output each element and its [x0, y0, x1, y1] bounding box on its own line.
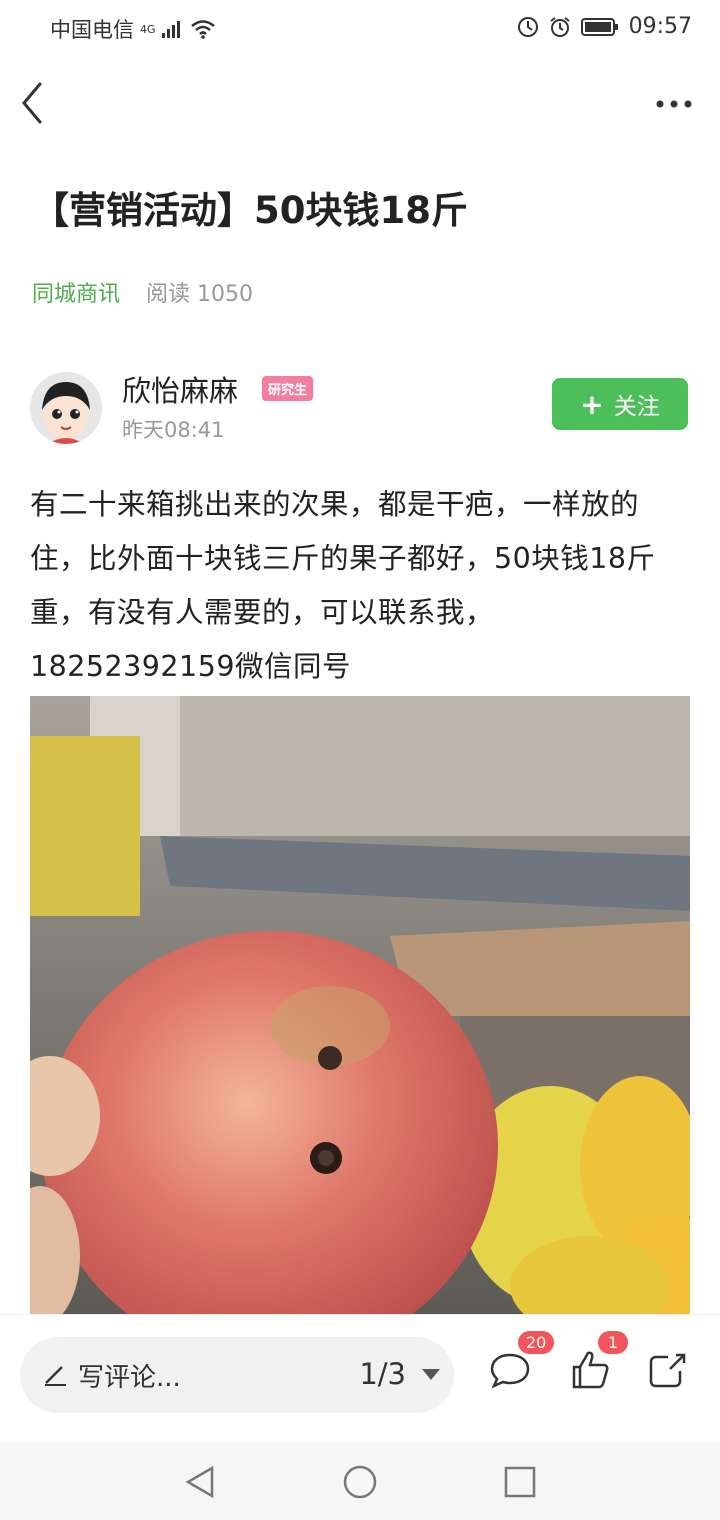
clock-time: 09:57: [628, 14, 692, 39]
article-content: 有二十来箱挑出来的次果，都是干疤，一样放的住，比外面十块钱三斤的果子都好，50块…: [30, 488, 656, 683]
nav-bar: [0, 70, 720, 140]
image-page-indicator[interactable]: 1/3: [359, 1357, 406, 1391]
author-row: 欣怡麻麻 研究生 昨天08:41 + 关注: [30, 366, 690, 456]
comment-icon: [490, 1353, 530, 1389]
chevron-left-icon: [22, 82, 42, 124]
carrier-name: 中国电信: [50, 18, 134, 42]
avatar[interactable]: [30, 372, 102, 444]
more-button[interactable]: [654, 92, 694, 116]
share-button[interactable]: [646, 1347, 690, 1391]
square-recents-icon: [504, 1466, 536, 1498]
more-horizontal-icon: [656, 100, 692, 108]
system-home-button[interactable]: [340, 1462, 380, 1502]
article-title: 【营销活动】50块钱18斤: [32, 189, 468, 232]
battery-icon: [580, 17, 619, 37]
thumbs-up-icon: [572, 1351, 609, 1389]
comment-button[interactable]: 20: [488, 1331, 555, 1391]
comment-placeholder: 写评论...: [78, 1363, 181, 1393]
back-button[interactable]: [14, 80, 58, 130]
status-left: 中国电信 4G: [50, 14, 216, 44]
triangle-back-icon: [185, 1465, 214, 1499]
data-saver-icon: [517, 16, 539, 38]
share-icon: [649, 1353, 686, 1388]
system-recents-button[interactable]: [500, 1462, 540, 1502]
caret-down-icon[interactable]: [422, 1369, 440, 1381]
like-button[interactable]: 1: [568, 1331, 628, 1391]
author-name[interactable]: 欣怡麻麻: [122, 368, 238, 410]
read-count: 阅读 1050: [146, 282, 253, 307]
system-nav-bar: [0, 1442, 720, 1520]
follow-label: 关注: [613, 394, 660, 420]
network-type: 4G: [140, 22, 156, 36]
comment-count-badge: 20: [518, 1331, 555, 1354]
signal-icon: [161, 20, 184, 38]
circle-home-icon: [343, 1465, 377, 1499]
post-time: 昨天08:41: [122, 418, 225, 442]
status-bar: 中国电信 4G 09:57: [0, 0, 720, 58]
comment-input[interactable]: 写评论... 1/3: [20, 1337, 454, 1413]
alarm-icon: [549, 16, 571, 38]
follow-button[interactable]: + 关注: [552, 378, 688, 430]
like-count-badge: 1: [598, 1331, 628, 1354]
wifi-icon: [190, 19, 216, 39]
education-badge: 研究生: [262, 376, 314, 401]
pencil-icon: [45, 1366, 66, 1386]
bottom-action-bar: 写评论... 1/3 20 1: [0, 1314, 720, 1443]
plus-icon: +: [580, 387, 604, 421]
source-link[interactable]: 同城商讯: [32, 276, 120, 308]
system-back-button[interactable]: [180, 1462, 220, 1502]
article-photo[interactable]: [30, 696, 690, 1314]
article-meta: 同城商讯 阅读 1050: [32, 276, 253, 308]
status-right: 09:57: [517, 14, 692, 39]
